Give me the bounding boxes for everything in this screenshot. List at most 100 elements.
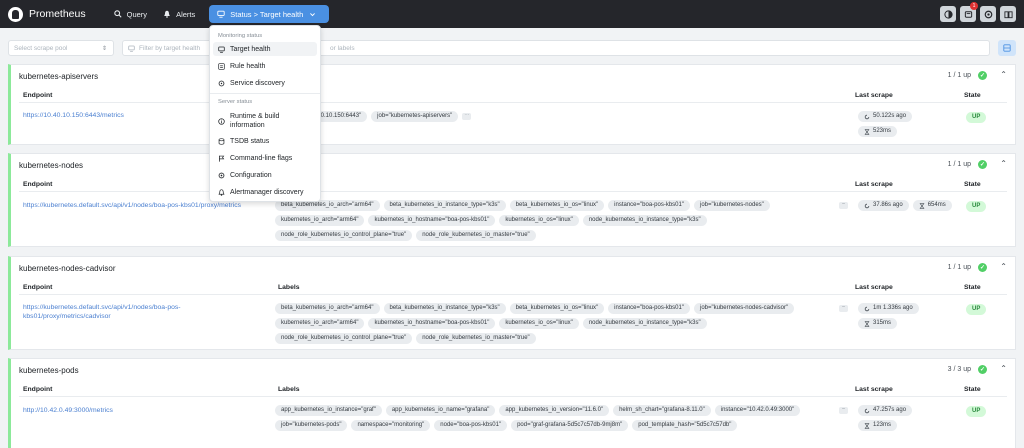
pool-up-count: 3 / 3 up	[947, 366, 971, 373]
menu-section-monitoring: Monitoring status	[218, 33, 263, 39]
table-header: Endpoint Last scrape State	[19, 92, 1007, 103]
scrape-ago-badge: 47.257s ago	[858, 405, 913, 416]
scrape-ago-badge: 1m 1.336s ago	[858, 303, 919, 314]
flag-icon	[219, 155, 225, 162]
menu-item-command-line-flags[interactable]: Command-line flags	[213, 151, 317, 165]
label-badge: helm_sh_chart="grafana-8.11.0"	[613, 405, 711, 416]
nav-status-label: Status > Target health	[230, 9, 304, 19]
endpoint-link[interactable]: https://kubernetes.default.svc/api/v1/no…	[23, 201, 273, 210]
last-scrape: 37.86s ago 654ms	[858, 200, 958, 215]
expand-collapse-button[interactable]	[998, 40, 1016, 56]
label-badge: job="kubernetes-apiservers"	[371, 111, 459, 122]
brand-name: Prometheus	[29, 8, 86, 20]
discovery-icon	[218, 80, 225, 86]
nav-query-label: Query	[126, 9, 148, 19]
menu-item-alertmanager-discovery[interactable]: Alertmanager discovery	[213, 185, 317, 199]
col-last-scrape: Last scrape	[855, 181, 893, 188]
menu-item-service-discovery[interactable]: Service discovery	[213, 76, 317, 90]
nav-alerts[interactable]: Alerts	[155, 5, 203, 23]
expand-labels-button[interactable]: ⋯	[462, 113, 472, 120]
docs-button[interactable]	[1000, 6, 1016, 22]
scrape-ago-badge: 37.86s ago	[858, 200, 909, 211]
col-last-scrape: Last scrape	[855, 284, 893, 291]
check-icon: ✓	[978, 71, 987, 80]
nav-status-menu[interactable]: Status > Target health	[209, 5, 330, 23]
scrape-pool-select[interactable]: Select scrape pool ⇕	[8, 40, 114, 56]
nav-query[interactable]: Query	[106, 5, 155, 23]
menu-item-configuration[interactable]: Configuration	[213, 168, 317, 182]
nav-alerts-label: Alerts	[176, 9, 196, 19]
label-badge: kubernetes_io_arch="arm64"	[275, 215, 365, 226]
menu-divider	[210, 93, 320, 94]
table-header: Endpoint Labels Last scrape State	[19, 284, 1007, 295]
menu-item-label: Service discovery	[230, 79, 285, 87]
scrape-ago: 1m 1.336s ago	[873, 305, 913, 311]
label-badge: pod_template_hash="5d5c7c57db"	[632, 420, 738, 431]
theme-toggle-button[interactable]	[940, 6, 956, 22]
table-header: Endpoint Labels Last scrape State	[19, 386, 1007, 397]
scrape-ago-badge: 50.122s ago	[858, 111, 913, 122]
label-badge: instance="boa-pos-kbs01"	[608, 200, 690, 211]
scrape-pool-placeholder: Select scrape pool	[14, 44, 68, 52]
scrape-duration-badge: 523ms	[858, 126, 898, 137]
menu-item-label: Rule health	[230, 62, 266, 70]
label-badge: kubernetes_io_os="linux"	[499, 215, 579, 226]
collapse-labels-button[interactable]: –	[839, 407, 848, 414]
label-badge: job="kubernetes-pods"	[275, 420, 348, 431]
notifications-icon	[964, 10, 972, 18]
notifications-button[interactable]: 1	[960, 2, 978, 22]
list-icon	[218, 62, 225, 70]
last-scrape: 50.122s ago 523ms	[858, 111, 958, 141]
scrape-duration: 654ms	[927, 202, 946, 208]
menu-item-runtime-build-info[interactable]: Runtime & build information	[213, 110, 317, 132]
label-badge: kubernetes_io_hostname="boa-pos-kbs01"	[368, 318, 496, 329]
chevron-down-icon	[310, 12, 316, 16]
filter-bar: Select scrape pool ⇕ Filter by target he…	[8, 40, 1016, 56]
scrape-duration: 315ms	[873, 320, 892, 326]
menu-item-target-health[interactable]: Target health	[213, 42, 317, 56]
menu-item-label: Target health	[230, 45, 271, 53]
collapse-labels-button[interactable]: –	[839, 305, 848, 312]
label-list: app_kubernetes_io_instance="graf" app_ku…	[275, 405, 845, 435]
menu-item-tsdb-status[interactable]: TSDB status	[213, 134, 317, 148]
pool-card-nodes-cadvisor: kubernetes-nodes-cadvisor 1 / 1 up ✓ ⌃ E…	[8, 256, 1016, 350]
col-endpoint: Endpoint	[23, 181, 53, 188]
label-badge: node_kubernetes_io_instance_type="k3s"	[582, 318, 707, 329]
scrape-duration-badge: 315ms	[858, 318, 898, 329]
endpoint-link[interactable]: http://10.42.0.49:3000/metrics	[23, 406, 263, 415]
brand[interactable]: Prometheus	[8, 6, 86, 22]
hourglass-icon	[864, 422, 870, 429]
table-header: Endpoint Last scrape State	[19, 181, 1007, 192]
pool-card-nodes: kubernetes-nodes 1 / 1 up ✓ ⌃ Endpoint L…	[8, 153, 1016, 247]
hourglass-icon	[864, 320, 870, 327]
hourglass-icon	[919, 202, 925, 209]
label-badge: instance="boa-pos-kbs01"	[608, 303, 690, 314]
pool-up-count: 1 / 1 up	[947, 72, 971, 79]
pool-up-count: 1 / 1 up	[947, 161, 971, 168]
refresh-icon	[864, 408, 870, 413]
chevron-up-icon[interactable]: ⌃	[1000, 70, 1007, 79]
refresh-icon	[864, 114, 870, 119]
collapse-labels-button[interactable]: –	[839, 202, 848, 209]
menu-section-server: Server status	[218, 99, 253, 105]
labels-filter-placeholder: or labels	[330, 44, 355, 52]
last-scrape: 47.257s ago 123ms	[858, 405, 958, 435]
col-last-scrape: Last scrape	[855, 386, 893, 393]
chevron-up-icon[interactable]: ⌃	[1000, 262, 1007, 271]
col-state: State	[964, 181, 981, 188]
chevron-up-icon[interactable]: ⌃	[1000, 159, 1007, 168]
settings-icon	[984, 10, 992, 18]
settings-button[interactable]	[980, 6, 996, 22]
database-icon	[218, 137, 225, 145]
label-badge: beta_kubernetes_io_instance_type="k3s"	[383, 200, 506, 211]
col-state: State	[964, 92, 981, 99]
col-endpoint: Endpoint	[23, 386, 53, 393]
col-endpoint: Endpoint	[23, 284, 53, 291]
menu-item-label: Configuration	[230, 171, 272, 179]
prometheus-logo-icon	[8, 6, 23, 22]
settings-icon	[218, 172, 225, 178]
chevron-up-icon[interactable]: ⌃	[1000, 364, 1007, 373]
menu-item-rule-health[interactable]: Rule health	[213, 59, 317, 73]
endpoint-link[interactable]: https://kubernetes.default.svc/api/v1/no…	[23, 303, 203, 321]
pool-up-count: 1 / 1 up	[947, 264, 971, 271]
